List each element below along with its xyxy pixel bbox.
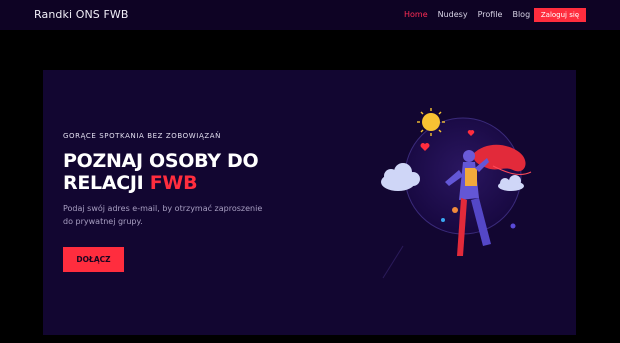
hero-headline-accent: FWB bbox=[149, 172, 198, 194]
top-navbar: Randki ONS FWB Home Nudesy Profile Blog … bbox=[0, 0, 620, 30]
hero-section: GORĄCE SPOTKANIA BEZ ZOBOWIĄZAŃ POZNAJ O… bbox=[43, 70, 576, 335]
nav-links: Home Nudesy Profile Blog bbox=[404, 10, 540, 19]
nav-link-home[interactable]: Home bbox=[404, 10, 428, 19]
login-button[interactable]: Zaloguj się bbox=[534, 8, 586, 22]
hero-description: Podaj swój adres e-mail, by otrzymać zap… bbox=[63, 204, 263, 226]
hero-headline: POZNAJ OSOBY DO RELACJI FWB bbox=[63, 150, 293, 194]
brand-logo-text[interactable]: Randki ONS FWB bbox=[34, 8, 129, 21]
nav-link-profile[interactable]: Profile bbox=[478, 10, 503, 19]
nav-link-blog[interactable]: Blog bbox=[512, 10, 530, 19]
nav-link-nudesy[interactable]: Nudesy bbox=[438, 10, 468, 19]
join-button[interactable]: DOŁĄCZ bbox=[63, 247, 124, 272]
hero-illustration bbox=[381, 108, 532, 279]
hero-eyebrow: GORĄCE SPOTKANIA BEZ ZOBOWIĄZAŃ bbox=[63, 132, 221, 140]
